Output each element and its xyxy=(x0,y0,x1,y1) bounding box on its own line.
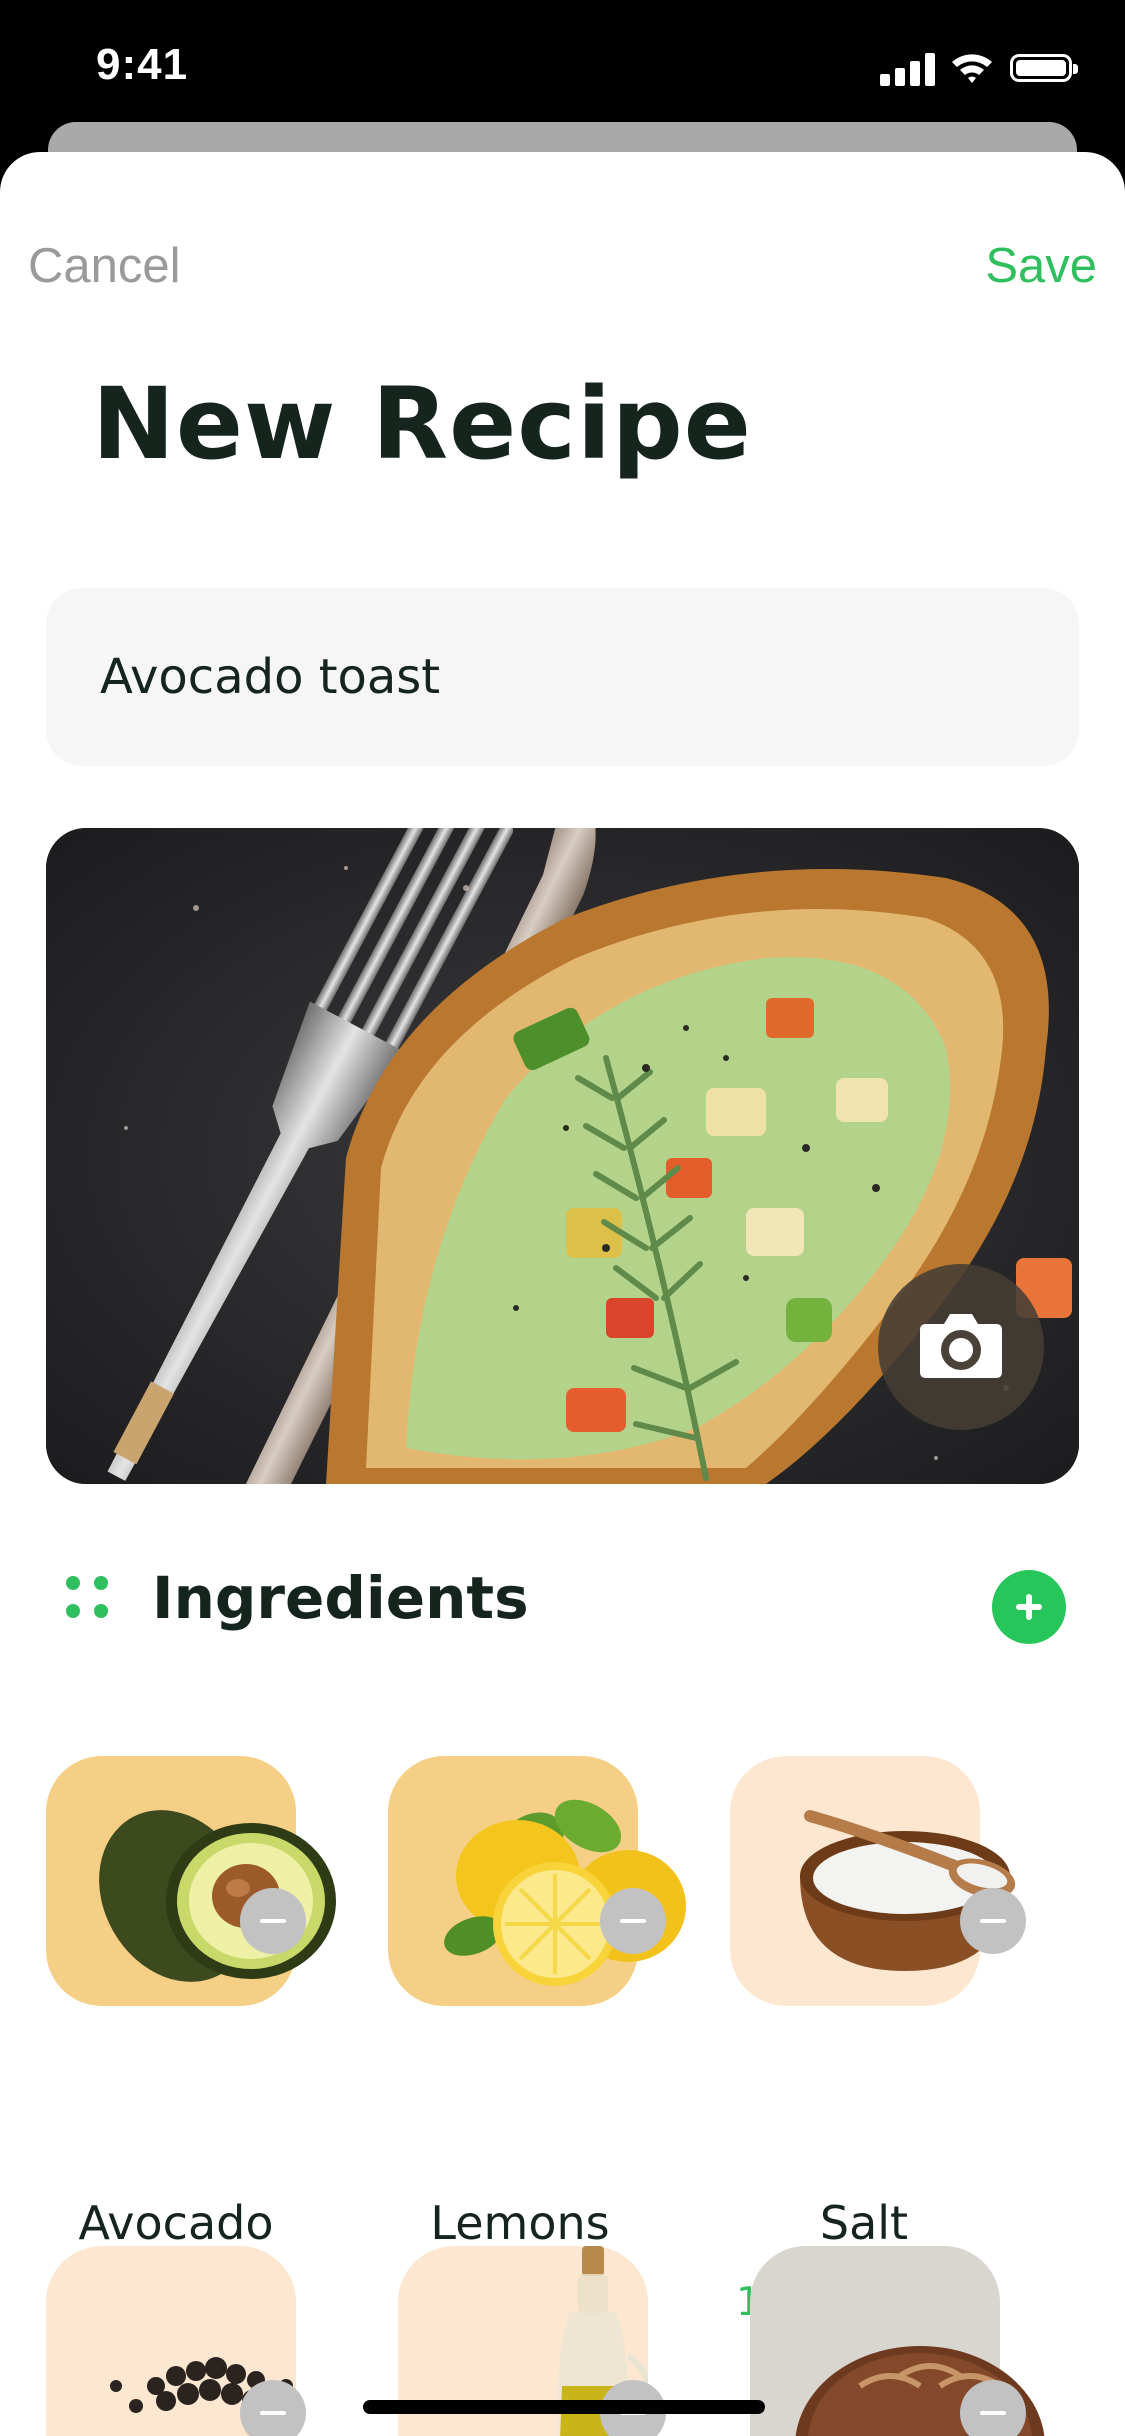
cancel-button[interactable]: Cancel xyxy=(28,238,181,294)
change-photo-button[interactable] xyxy=(878,1264,1044,1430)
avocado-image xyxy=(99,1810,336,1982)
save-button[interactable]: Save xyxy=(985,238,1097,294)
remove-ingredient-lemons[interactable] xyxy=(600,1888,666,1954)
remove-ingredient-avocado[interactable] xyxy=(240,1888,306,1954)
battery-icon xyxy=(1010,54,1078,82)
camera-icon xyxy=(920,1314,1002,1378)
recipe-name-field[interactable] xyxy=(46,588,1079,766)
home-indicator[interactable] xyxy=(363,2400,765,2414)
recipe-name-input[interactable] xyxy=(100,588,1020,766)
lemons-image xyxy=(444,1799,686,1986)
ingredient-card-avocado[interactable] xyxy=(46,1756,336,2006)
page-title: New Recipe xyxy=(92,367,752,482)
status-bar: 9:41 xyxy=(0,0,1125,130)
ingredient-card-lemons[interactable] xyxy=(388,1756,686,2006)
add-ingredient-button[interactable] xyxy=(992,1570,1066,1644)
recipe-photo xyxy=(46,828,1079,1484)
wifi-icon xyxy=(952,54,992,83)
remove-ingredient-salt[interactable] xyxy=(960,1888,1026,1954)
ingredient-name: Lemons xyxy=(430,2196,610,2250)
cellular-signal-icon xyxy=(880,52,936,86)
ingredients-title: Ingredients xyxy=(152,1564,529,1632)
grip-dots-icon xyxy=(66,1576,116,1626)
salt-image xyxy=(800,1810,1016,1971)
status-time: 9:41 xyxy=(96,40,189,89)
ingredient-name: Salt xyxy=(819,2196,909,2250)
new-recipe-sheet: Cancel Save New Recipe Avocado toast Ing… xyxy=(0,152,1125,2436)
black-pepper-image xyxy=(110,2357,293,2413)
ingredient-card-salt[interactable] xyxy=(730,1756,1016,2006)
ingredient-name: Avocado xyxy=(78,2196,274,2250)
